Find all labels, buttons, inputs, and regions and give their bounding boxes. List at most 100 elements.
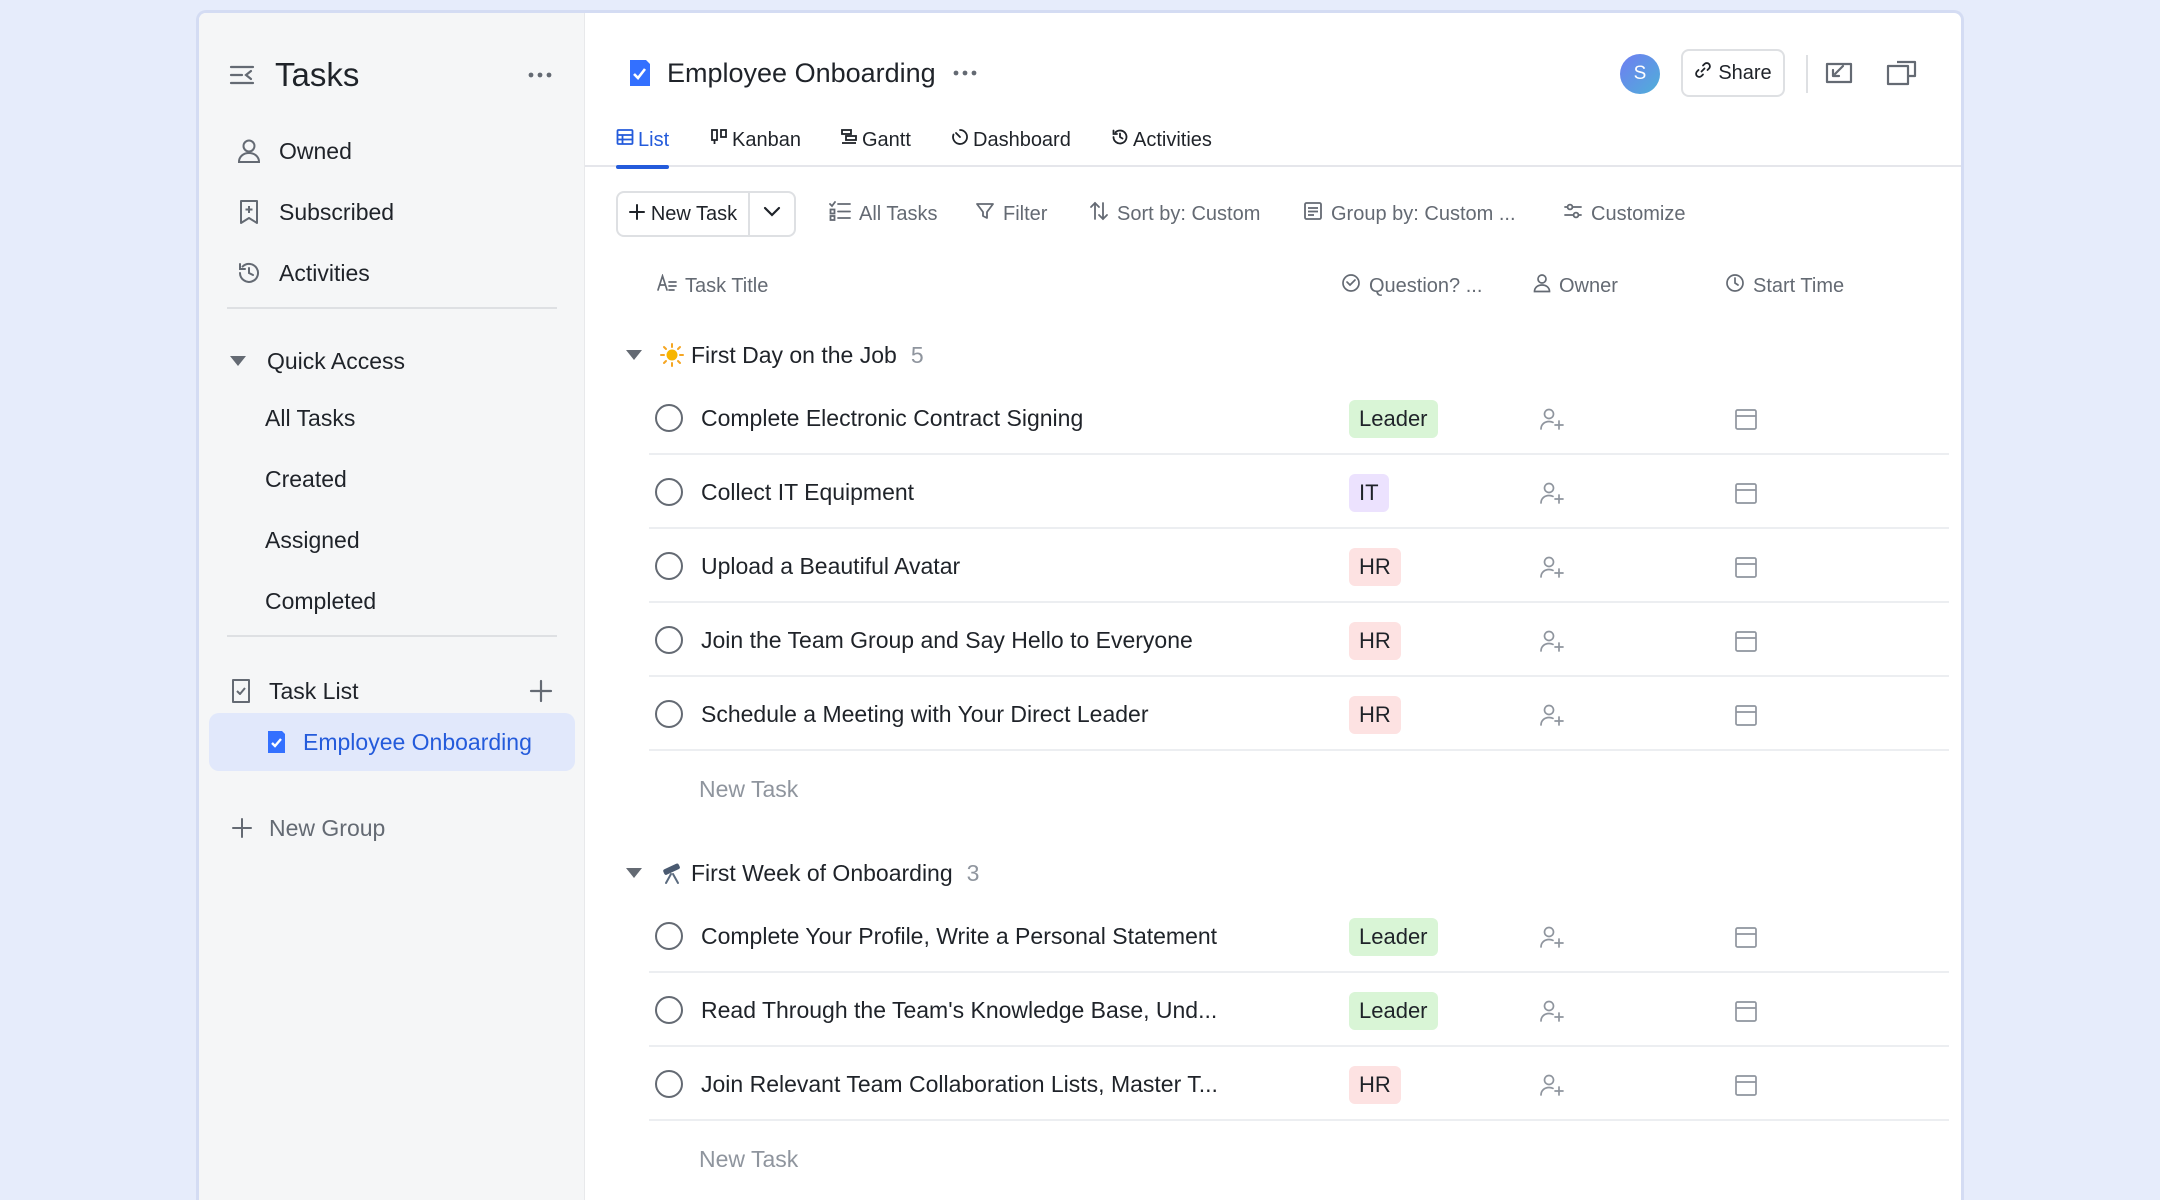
question-tag[interactable]: HR — [1349, 1066, 1401, 1104]
calendar-icon[interactable] — [1731, 552, 1761, 582]
add-owner-icon[interactable] — [1537, 922, 1567, 952]
caret-down-icon[interactable] — [623, 344, 645, 366]
table-row[interactable]: Read Through the Team's Knowledge Base, … — [649, 973, 1949, 1047]
table-row[interactable]: Join the Team Group and Say Hello to Eve… — [649, 603, 1949, 677]
all-tasks-filter[interactable]: All Tasks — [829, 191, 938, 237]
table-row[interactable]: Complete Electronic Contract Signing Lead… — [649, 381, 1949, 455]
question-tag[interactable]: HR — [1349, 622, 1401, 660]
column-owner[interactable]: Owner — [1533, 267, 1618, 305]
table-row[interactable]: Collect IT Equipment IT — [649, 455, 1949, 529]
task-title[interactable]: Complete Your Profile, Write a Personal … — [701, 899, 1217, 973]
add-owner-icon[interactable] — [1537, 1070, 1567, 1100]
task-checkbox[interactable] — [655, 552, 683, 580]
tab-gantt[interactable]: Gantt — [840, 113, 911, 167]
question-tag[interactable]: Leader — [1349, 400, 1438, 438]
new-group-button[interactable]: New Group — [229, 801, 385, 855]
calendar-icon[interactable] — [1731, 404, 1761, 434]
new-task-dropdown[interactable] — [750, 193, 794, 235]
add-task-list-icon[interactable] — [525, 675, 557, 707]
task-checkbox[interactable] — [655, 626, 683, 654]
add-owner-icon[interactable] — [1537, 404, 1567, 434]
task-checkbox[interactable] — [655, 996, 683, 1024]
tab-dashboard[interactable]: Dashboard — [951, 113, 1071, 167]
sort-button[interactable]: Sort by: Custom — [1089, 191, 1260, 237]
history-icon — [235, 259, 263, 287]
sidebar-item-subscribed[interactable]: Subscribed — [221, 185, 559, 239]
view-tabs: List Kanban Gantt Dashboard Activities — [585, 113, 1961, 169]
new-task-row[interactable]: New Task — [699, 1131, 798, 1187]
add-owner-icon[interactable] — [1537, 700, 1567, 730]
task-title[interactable]: Join Relevant Team Collaboration Lists, … — [701, 1047, 1218, 1121]
sliders-icon — [1563, 201, 1583, 227]
task-title[interactable]: Complete Electronic Contract Signing — [701, 381, 1083, 455]
add-owner-icon[interactable] — [1537, 478, 1567, 508]
link-icon — [1694, 61, 1712, 85]
question-tag[interactable]: Leader — [1349, 918, 1438, 956]
task-checkbox[interactable] — [655, 404, 683, 432]
new-task-label: New Task — [650, 202, 738, 225]
task-title[interactable]: Collect IT Equipment — [701, 455, 914, 529]
calendar-icon[interactable] — [1731, 996, 1761, 1026]
task-list-item-employee-onboarding[interactable]: Employee Onboarding — [209, 713, 575, 771]
sidebar-title: Tasks — [275, 56, 360, 93]
column-task-title[interactable]: Task Title — [657, 267, 768, 305]
add-owner-icon[interactable] — [1537, 626, 1567, 656]
column-question[interactable]: Question? ... — [1341, 267, 1482, 305]
task-checkbox[interactable] — [655, 700, 683, 728]
task-title[interactable]: Join the Team Group and Say Hello to Eve… — [701, 603, 1193, 677]
table-row[interactable]: Schedule a Meeting with Your Direct Lead… — [649, 677, 1949, 751]
question-tag[interactable]: HR — [1349, 696, 1401, 734]
quick-access-header[interactable]: Quick Access — [227, 333, 557, 389]
sort-label: Sort by: Custom — [1117, 202, 1261, 225]
calendar-icon[interactable] — [1731, 700, 1761, 730]
quick-access-completed[interactable]: Completed — [221, 574, 559, 628]
customize-button[interactable]: Customize — [1563, 191, 1685, 237]
table-row[interactable]: Complete Your Profile, Write a Personal … — [649, 899, 1949, 973]
filter-button[interactable]: Filter — [975, 191, 1047, 237]
collapse-view-icon[interactable] — [1819, 53, 1859, 93]
new-task-button[interactable]: New Task — [618, 193, 750, 235]
sort-icon — [1089, 201, 1109, 227]
new-task-row[interactable]: New Task — [699, 761, 798, 817]
task-title[interactable]: Schedule a Meeting with Your Direct Lead… — [701, 677, 1149, 751]
calendar-icon[interactable] — [1731, 922, 1761, 952]
question-tag[interactable]: IT — [1349, 474, 1389, 512]
group-header: First Day on the Job 5 — [623, 331, 924, 379]
caret-down-icon[interactable] — [623, 862, 645, 884]
table-row[interactable]: Upload a Beautiful Avatar HR — [649, 529, 1949, 603]
page-header: Employee Onboarding S Share — [585, 41, 1961, 105]
new-window-icon[interactable] — [1881, 53, 1921, 93]
tab-list[interactable]: List — [616, 113, 670, 169]
tab-label: List — [638, 128, 670, 151]
title-more-icon[interactable] — [945, 53, 985, 93]
column-header: Task Title Question? ... Owner Start Tim… — [585, 267, 1961, 305]
sidebar-more-icon[interactable] — [520, 55, 560, 95]
avatar[interactable]: S — [1620, 54, 1660, 94]
quick-access-created[interactable]: Created — [221, 452, 559, 506]
sidebar-item-activities[interactable]: Activities — [221, 246, 559, 300]
task-checkbox[interactable] — [655, 1070, 683, 1098]
column-start-time[interactable]: Start Time — [1725, 267, 1844, 305]
task-checkbox[interactable] — [655, 478, 683, 506]
share-button[interactable]: Share — [1681, 49, 1785, 97]
task-checkbox[interactable] — [655, 922, 683, 950]
task-title[interactable]: Upload a Beautiful Avatar — [701, 529, 960, 603]
calendar-icon[interactable] — [1731, 478, 1761, 508]
tab-kanban[interactable]: Kanban — [710, 113, 801, 167]
calendar-icon[interactable] — [1731, 1070, 1761, 1100]
add-owner-icon[interactable] — [1537, 552, 1567, 582]
task-list-icon — [227, 677, 255, 705]
group-icon — [1303, 201, 1323, 227]
tab-activities[interactable]: Activities — [1111, 113, 1212, 167]
task-title[interactable]: Read Through the Team's Knowledge Base, … — [701, 973, 1217, 1047]
sidebar-item-owned[interactable]: Owned — [221, 124, 559, 178]
collapse-sidebar-icon[interactable] — [227, 60, 257, 90]
table-row[interactable]: Join Relevant Team Collaboration Lists, … — [649, 1047, 1949, 1121]
add-owner-icon[interactable] — [1537, 996, 1567, 1026]
question-tag[interactable]: HR — [1349, 548, 1401, 586]
calendar-icon[interactable] — [1731, 626, 1761, 656]
quick-access-all-tasks[interactable]: All Tasks — [221, 391, 559, 445]
question-tag[interactable]: Leader — [1349, 992, 1438, 1030]
group-by-button[interactable]: Group by: Custom ... — [1303, 191, 1516, 237]
quick-access-assigned[interactable]: Assigned — [221, 513, 559, 567]
